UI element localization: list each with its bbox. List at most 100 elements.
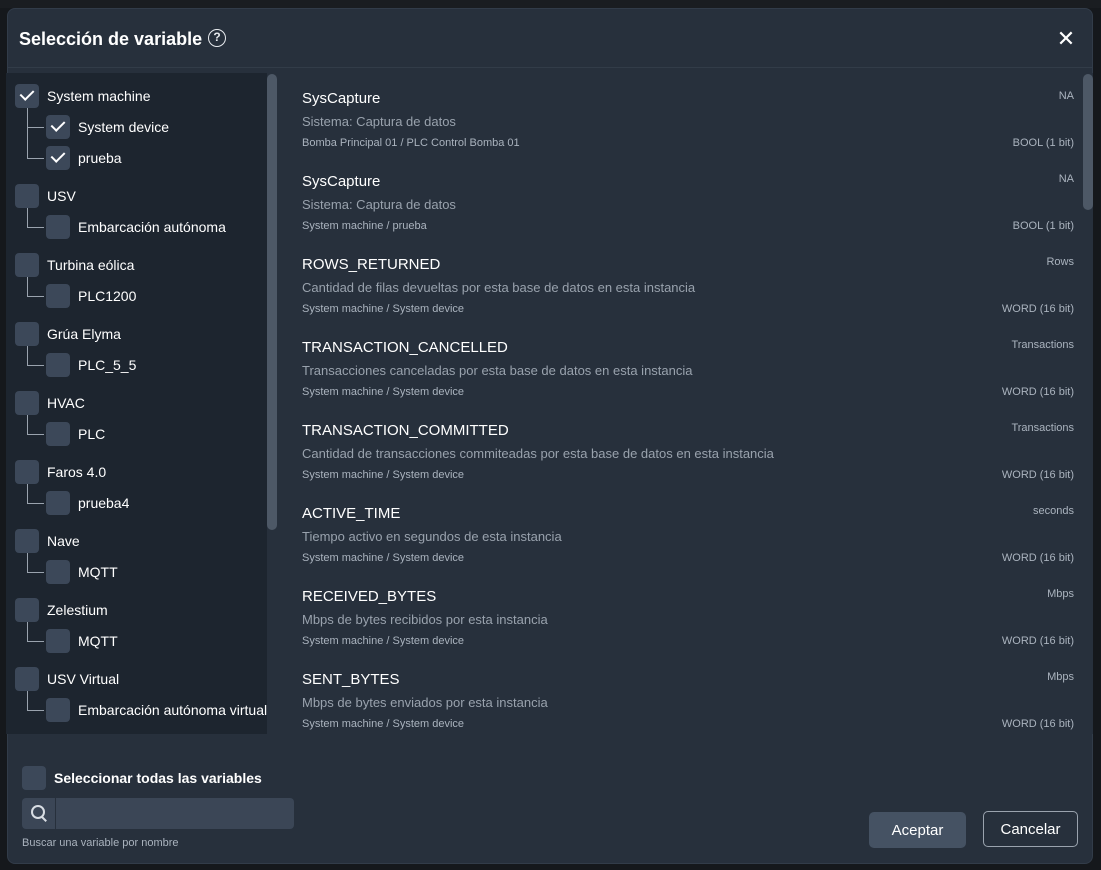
variable-type: WORD (16 bit) (1001, 386, 1074, 398)
tree-checkbox-checked[interactable] (15, 84, 39, 108)
variable-description: Cantidad de transacciones commiteadas po… (302, 446, 774, 461)
tree-node-label: USV (47, 188, 76, 204)
tree-checkbox[interactable] (46, 284, 70, 308)
variable-list-scrollbar-thumb[interactable] (1083, 74, 1093, 210)
tree-checkbox[interactable] (46, 560, 70, 584)
cancel-button[interactable]: Cancelar (983, 811, 1078, 847)
variable-type: WORD (16 bit) (1001, 303, 1074, 315)
close-icon[interactable]: ✕ (1056, 28, 1076, 50)
tree-node-label: Grúa Elyma (47, 326, 121, 342)
tree-checkbox[interactable] (15, 529, 39, 553)
variable-list-item[interactable]: ACTIVE_TIME seconds Tiempo activo en segun… (302, 496, 1074, 579)
tree-checkbox[interactable] (46, 491, 70, 515)
tree-checkbox[interactable] (15, 667, 39, 691)
tree-connector (27, 691, 44, 711)
tree-node-label: prueba4 (78, 495, 130, 511)
help-circle-icon[interactable]: ? (208, 29, 226, 47)
tree-checkbox[interactable] (46, 629, 70, 653)
variable-description: Cantidad de filas devueltas por esta bas… (302, 280, 696, 295)
variable-unit: Mbps (1047, 671, 1074, 683)
variable-list-item[interactable]: SENT_BYTES Mbps Mbps de bytes enviados por… (302, 662, 1074, 734)
accept-button[interactable]: Aceptar (869, 812, 966, 848)
tree-checkbox[interactable] (46, 698, 70, 722)
variable-description: Mbps de bytes recibidos por esta instanc… (302, 612, 548, 627)
tree-node-label: Nave (47, 533, 80, 549)
tree-connector (27, 415, 44, 435)
variable-unit: Transactions (1011, 422, 1074, 434)
tree-checkbox[interactable] (15, 598, 39, 622)
variable-list-item[interactable]: TRANSACTION_COMMITTED Transactions Cantida… (302, 413, 1074, 496)
variable-type: BOOL (1 bit) (1012, 137, 1074, 149)
variable-list-item[interactable]: TRANSACTION_CANCELLED Transactions Transac… (302, 330, 1074, 413)
variable-list-item[interactable]: RECEIVED_BYTES Mbps Mbps de bytes recibido… (302, 579, 1074, 662)
variable-list-item[interactable]: SysCapture NA Sistema: Captura de datos Sys… (302, 164, 1074, 247)
variable-name: SENT_BYTES (302, 671, 400, 688)
tree-scrollbar-thumb[interactable] (267, 74, 277, 530)
variable-path: System machine / System device (302, 552, 465, 564)
tree-node-label: PLC (78, 426, 106, 442)
variable-description: Tiempo activo en segundos de esta instan… (302, 529, 562, 544)
search-box (22, 798, 294, 829)
variable-unit: Mbps (1047, 588, 1074, 600)
variable-type: WORD (16 bit) (1001, 469, 1074, 481)
variable-name: ACTIVE_TIME (302, 505, 401, 522)
search-icon (22, 798, 56, 829)
device-tree-panel: System machine System device prueba USV Emba… (6, 73, 268, 734)
variable-unit: Transactions (1011, 339, 1074, 351)
dialog-title: Selección de variable (19, 29, 203, 49)
variable-path: Bomba Principal 01 / PLC Control Bomba 0… (302, 137, 520, 149)
tree-connector (27, 622, 44, 642)
select-all-checkbox[interactable] (22, 766, 46, 790)
tree-connector (27, 553, 44, 573)
tree-node-label: USV Virtual (47, 671, 120, 687)
tree-node-label: Zelestium (47, 602, 108, 618)
tree-node-label: prueba (78, 150, 122, 166)
tree-connector (27, 484, 44, 504)
tree-checkbox[interactable] (15, 253, 39, 277)
select-all-label: Seleccionar todas las variables (54, 770, 262, 786)
variable-path: System machine / System device (302, 386, 465, 398)
variable-type: WORD (16 bit) (1001, 635, 1074, 647)
variable-description: Mbps de bytes enviados por esta instanci… (302, 695, 548, 710)
variable-path: System machine / System device (302, 718, 465, 730)
variable-type: WORD (16 bit) (1001, 552, 1074, 564)
variable-description: Sistema: Captura de datos (302, 197, 456, 212)
tree-checkbox[interactable] (46, 353, 70, 377)
tree-checkbox-checked[interactable] (46, 115, 70, 139)
tree-checkbox[interactable] (15, 391, 39, 415)
search-input[interactable] (56, 798, 292, 829)
tree-node-label: MQTT (78, 564, 118, 580)
variable-type: BOOL (1 bit) (1012, 220, 1074, 232)
tree-node-label: Embarcación autónoma (78, 219, 226, 235)
tree-checkbox[interactable] (46, 422, 70, 446)
tree-checkbox[interactable] (15, 322, 39, 346)
tree-checkbox-checked[interactable] (46, 146, 70, 170)
tree-checkbox[interactable] (15, 184, 39, 208)
variable-path: System machine / System device (302, 635, 465, 647)
variable-unit: NA (1058, 173, 1074, 185)
tree-checkbox[interactable] (15, 460, 39, 484)
variable-name: RECEIVED_BYTES (302, 588, 437, 605)
tree-node-label: PLC_5_5 (78, 357, 137, 373)
variable-selection-dialog: Selección de variable ? ✕ System machine… (6, 8, 1093, 864)
tree-checkbox[interactable] (46, 215, 70, 239)
tree-node-label: MQTT (78, 633, 118, 649)
variable-description: Sistema: Captura de datos (302, 114, 456, 129)
search-helper-text: Buscar una variable por nombre (22, 837, 179, 849)
tree-node-label: System machine (47, 88, 151, 104)
dialog-header: Selección de variable ? ✕ (8, 9, 1092, 68)
tree-connector (27, 108, 44, 128)
variable-path: System machine / prueba (302, 220, 427, 232)
tree-node-label: Faros 4.0 (47, 464, 107, 480)
variable-path: System machine / System device (302, 303, 465, 315)
backdrop (0, 0, 1101, 8)
variable-name: SysCapture (302, 173, 381, 190)
variable-list-item[interactable]: SysCapture NA Sistema: Captura de datos Bom… (302, 81, 1074, 164)
variable-path: System machine / System device (302, 469, 465, 481)
variable-list-item[interactable]: ROWS_RETURNED Rows Cantidad de filas devue… (302, 247, 1074, 330)
variable-description: Transacciones canceladas por esta base d… (302, 363, 693, 378)
variable-name: SysCapture (302, 90, 381, 107)
variable-unit: seconds (1033, 505, 1074, 517)
tree-node-label: HVAC (47, 395, 85, 411)
variable-name: ROWS_RETURNED (302, 256, 441, 273)
